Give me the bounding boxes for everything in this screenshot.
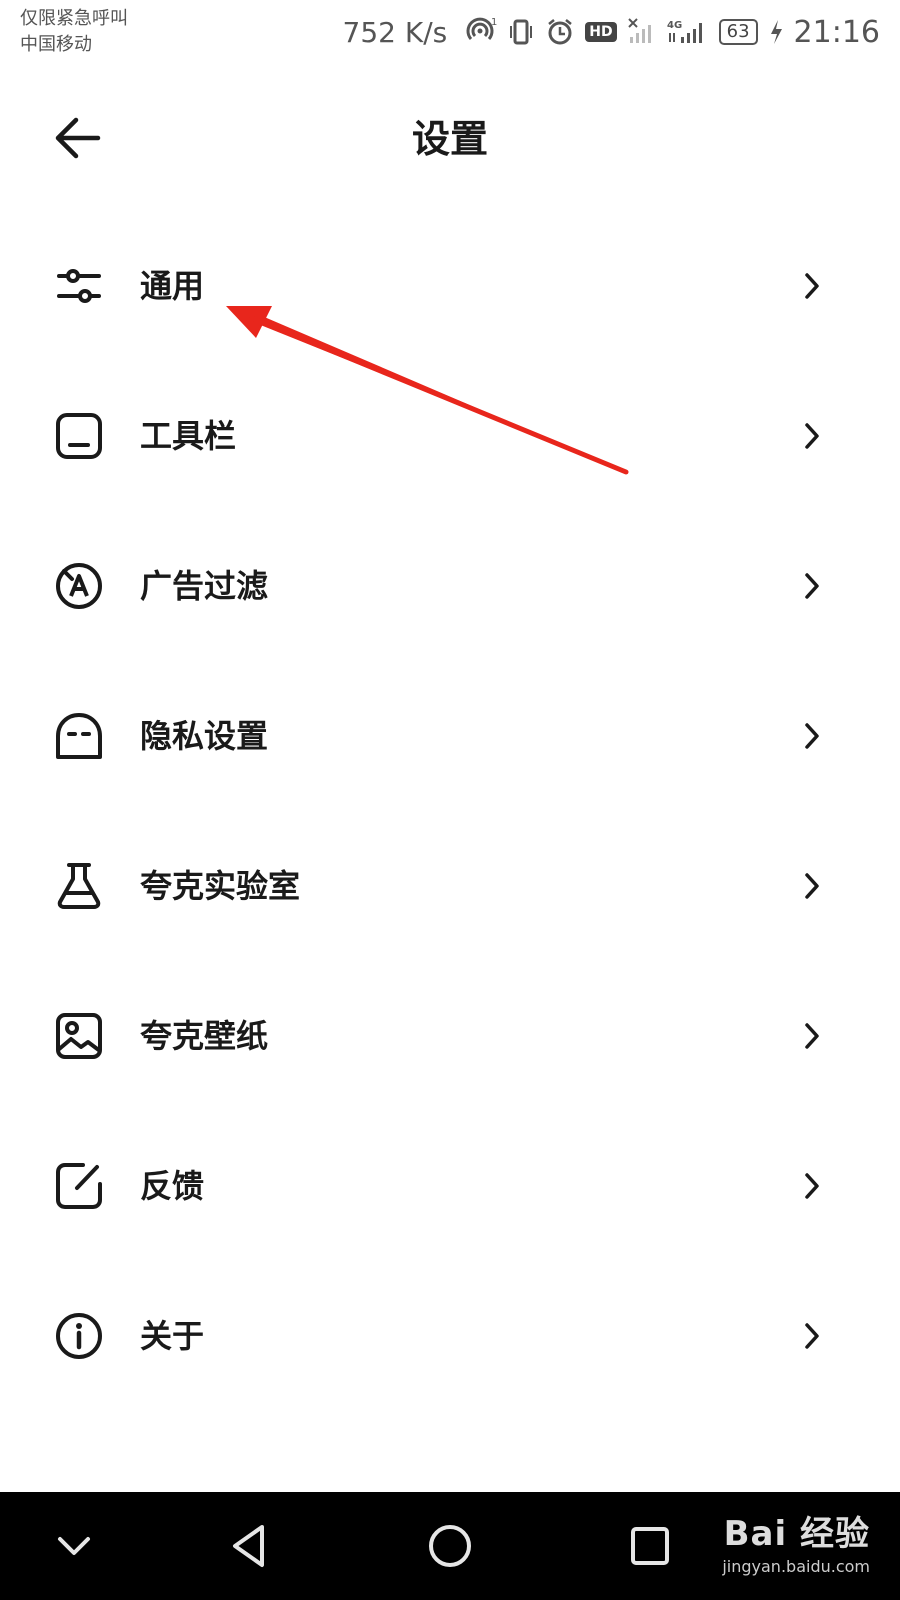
carrier-name: 中国移动 bbox=[20, 34, 92, 55]
charging-icon bbox=[768, 18, 784, 46]
vibrate-icon bbox=[507, 17, 535, 47]
menu-item-general[interactable]: 通用 bbox=[0, 212, 900, 362]
feedback-icon bbox=[56, 1163, 102, 1209]
menu-item-label: 广告过滤 bbox=[140, 567, 269, 605]
menu-item-about[interactable]: 关于 bbox=[0, 1262, 900, 1412]
ad-block-icon bbox=[56, 563, 102, 609]
toolbar-icon bbox=[56, 413, 102, 459]
info-icon bbox=[56, 1313, 102, 1359]
wallpaper-icon bbox=[56, 1013, 102, 1059]
chevron-right-icon bbox=[805, 423, 819, 449]
recents-square-icon bbox=[631, 1527, 669, 1565]
menu-item-label: 夸克壁纸 bbox=[140, 1017, 269, 1055]
home-circle-icon bbox=[429, 1525, 471, 1567]
status-icons: 752 K/s 1 HD 4G 63 21:16 bbox=[343, 10, 880, 54]
page-title: 设置 bbox=[411, 117, 488, 161]
chevron-right-icon bbox=[805, 573, 819, 599]
menu-item-privacy[interactable]: 隐私设置 bbox=[0, 662, 900, 812]
settings-menu: 通用 工具栏 广告过滤 隐私设置 夸克实验室 夸克壁纸 反馈 关于 bbox=[0, 212, 900, 1412]
signal-no-sim-icon bbox=[627, 17, 657, 47]
menu-item-label: 通用 bbox=[140, 267, 205, 305]
carrier-info: 仅限紧急呼叫 中国移动 bbox=[20, 6, 128, 58]
battery-icon: 63 bbox=[718, 19, 758, 45]
watermark-logo: Bai 经验 bbox=[723, 1514, 870, 1554]
sliders-icon bbox=[57, 269, 101, 303]
system-nav-bar: Bai 经验 jingyan.baidu.com bbox=[0, 1492, 900, 1600]
status-bar: 仅限紧急呼叫 中国移动 752 K/s 1 HD 4G 63 21:16 bbox=[0, 0, 900, 70]
nav-collapse-button[interactable] bbox=[42, 1514, 106, 1578]
header: 设置 bbox=[0, 80, 900, 190]
menu-item-toolbar[interactable]: 工具栏 bbox=[0, 362, 900, 512]
menu-item-quark-lab[interactable]: 夸克实验室 bbox=[0, 812, 900, 962]
chevron-right-icon bbox=[805, 273, 819, 299]
menu-item-label: 反馈 bbox=[140, 1167, 205, 1205]
watermark-url: jingyan.baidu.com bbox=[722, 1557, 870, 1576]
privacy-icon bbox=[56, 713, 102, 759]
chevron-right-icon bbox=[805, 1023, 819, 1049]
menu-item-feedback[interactable]: 反馈 bbox=[0, 1112, 900, 1262]
nav-back-button[interactable] bbox=[218, 1514, 282, 1578]
chevron-right-icon bbox=[805, 723, 819, 749]
chevron-right-icon bbox=[805, 1173, 819, 1199]
menu-item-ad-filter[interactable]: 广告过滤 bbox=[0, 512, 900, 662]
chevron-down-icon bbox=[58, 1537, 90, 1555]
chevron-right-icon bbox=[805, 873, 819, 899]
menu-item-label: 隐私设置 bbox=[140, 717, 269, 755]
hd-icon: HD bbox=[585, 22, 617, 42]
signal-4g-icon: 4G bbox=[667, 17, 709, 47]
chevron-right-icon bbox=[805, 1323, 819, 1349]
baidu-jingyan-watermark: Bai 经验 jingyan.baidu.com bbox=[722, 1506, 870, 1576]
nav-recents-button[interactable] bbox=[618, 1514, 682, 1578]
menu-item-label: 工具栏 bbox=[140, 417, 237, 455]
hotspot-icon: 1 bbox=[463, 17, 497, 47]
menu-item-label: 夸克实验室 bbox=[140, 867, 301, 905]
clock: 21:16 bbox=[793, 14, 880, 50]
network-speed: 752 K/s bbox=[342, 15, 448, 49]
menu-item-wallpaper[interactable]: 夸克壁纸 bbox=[0, 962, 900, 1112]
nav-home-button[interactable] bbox=[418, 1514, 482, 1578]
carrier-emergency-text: 仅限紧急呼叫 bbox=[20, 8, 128, 29]
alarm-icon bbox=[545, 17, 575, 47]
svg-text:1: 1 bbox=[491, 17, 497, 28]
svg-text:4G: 4G bbox=[667, 20, 682, 31]
flask-icon bbox=[57, 863, 101, 909]
menu-item-label: 关于 bbox=[140, 1317, 205, 1355]
back-triangle-icon bbox=[233, 1525, 264, 1567]
